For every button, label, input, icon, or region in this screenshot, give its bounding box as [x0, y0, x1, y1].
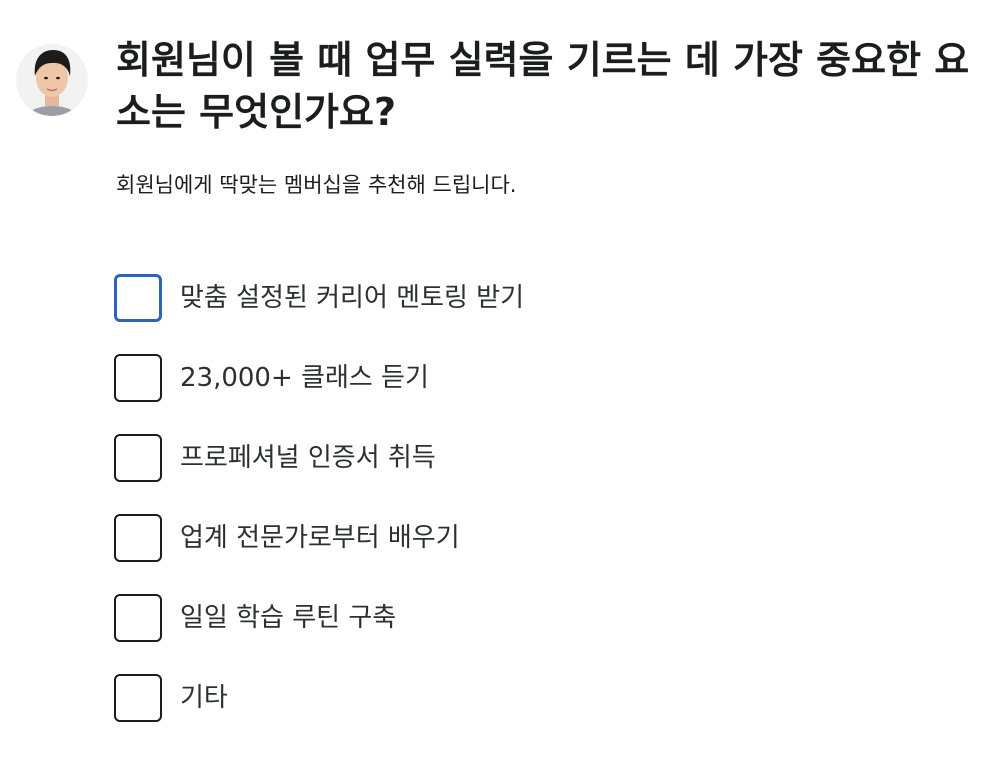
option-career-mentoring[interactable]: 맞춤 설정된 커리어 멘토링 받기 [114, 274, 524, 322]
option-daily-routine[interactable]: 일일 학습 루틴 구축 [114, 594, 524, 642]
option-industry-experts[interactable]: 업계 전문가로부터 배우기 [114, 514, 524, 562]
option-label: 맞춤 설정된 커리어 멘토링 받기 [180, 283, 525, 313]
option-label: 기타 [180, 683, 228, 713]
option-other[interactable]: 기타 [114, 674, 524, 722]
checkbox[interactable] [114, 674, 162, 722]
page-subtitle: 회원님에게 딱맞는 멤버십을 추천해 드립니다. [116, 173, 517, 197]
page-title: 회원님이 볼 때 업무 실력을 기르는 데 가장 중요한 요소는 무엇인가요? [116, 38, 970, 134]
option-label: 23,000+ 클래스 듣기 [180, 363, 429, 393]
option-label: 업계 전문가로부터 배우기 [180, 523, 460, 553]
option-label: 일일 학습 루틴 구축 [180, 603, 397, 633]
option-classes[interactable]: 23,000+ 클래스 듣기 [114, 354, 524, 402]
checkbox[interactable] [114, 434, 162, 482]
person-photo-icon [16, 44, 88, 116]
checkbox[interactable] [114, 594, 162, 642]
checkbox[interactable] [114, 274, 162, 322]
options-list: 맞춤 설정된 커리어 멘토링 받기 23,000+ 클래스 듣기 프로페셔널 인… [114, 274, 524, 754]
option-certificate[interactable]: 프로페셔널 인증서 취득 [114, 434, 524, 482]
checkbox[interactable] [114, 354, 162, 402]
checkbox[interactable] [114, 514, 162, 562]
avatar [16, 34, 88, 130]
option-label: 프로페셔널 인증서 취득 [180, 443, 436, 473]
